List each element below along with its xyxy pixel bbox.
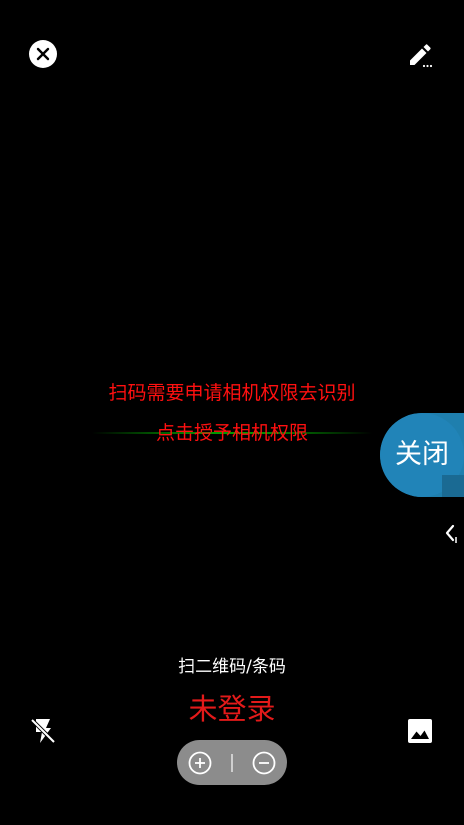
edit-pencil-icon bbox=[410, 44, 433, 68]
image-icon bbox=[408, 719, 432, 743]
zoom-in-icon bbox=[188, 751, 212, 775]
chevron-left-icon bbox=[445, 524, 457, 543]
flash-off-icon bbox=[30, 718, 56, 744]
close-icon bbox=[36, 47, 50, 61]
camera-permission-message: 扫码需要申请相机权限去识别 bbox=[108, 382, 356, 404]
gallery-button[interactable] bbox=[405, 716, 435, 746]
close-button[interactable] bbox=[29, 40, 57, 68]
login-status-text: 未登录 bbox=[188, 692, 276, 726]
side-panel-toggle[interactable] bbox=[443, 522, 459, 544]
flash-toggle-button[interactable] bbox=[27, 714, 59, 746]
edit-button[interactable] bbox=[405, 40, 435, 70]
zoom-control bbox=[177, 740, 287, 785]
zoom-divider bbox=[231, 754, 233, 772]
floating-close-button[interactable]: 关闭 bbox=[380, 413, 464, 497]
floating-close-label: 关闭 bbox=[395, 439, 449, 470]
zoom-out-button[interactable] bbox=[251, 750, 277, 776]
zoom-out-icon bbox=[252, 751, 276, 775]
scan-mode-label: 扫二维码/条码 bbox=[178, 657, 286, 677]
zoom-in-button[interactable] bbox=[187, 750, 213, 776]
